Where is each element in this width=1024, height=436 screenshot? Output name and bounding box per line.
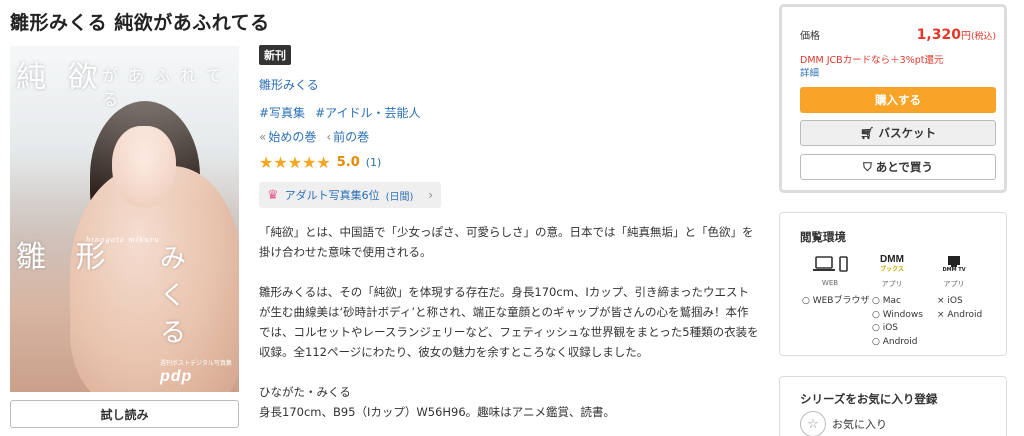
env-web: WEB bbox=[800, 253, 860, 287]
env-tv-item: × iOS bbox=[937, 296, 963, 306]
ranking-label: アダルト写真集6位 bbox=[284, 189, 380, 202]
env-tv-label: アプリ bbox=[943, 280, 965, 288]
double-chevron-left-icon: « bbox=[259, 130, 267, 144]
env-books-label: アプリ bbox=[881, 280, 903, 288]
series-favorite-box: シリーズをお気に入り登録 ☆ お気に入り bbox=[779, 376, 1007, 436]
smartphone-icon bbox=[838, 256, 848, 272]
cover-name-romaji: hinagata mikuru bbox=[86, 236, 160, 244]
series-title: シリーズをお気に入り登録 bbox=[800, 392, 938, 406]
chevron-left-icon: ‹ bbox=[326, 130, 332, 144]
crown-icon: ♛ bbox=[267, 187, 279, 203]
price-row: 価格 1,320円(税込) bbox=[800, 27, 996, 43]
star-rating-icon: ★★★★★ bbox=[259, 153, 331, 172]
ranking-badge[interactable]: ♛ アダルト写真集6位 (日間) › bbox=[259, 182, 441, 208]
dmm-tv-logo-icon: DMM TV bbox=[924, 253, 984, 275]
favorite-label: お気に入り bbox=[832, 418, 887, 431]
cart-icon: 🛒︎ bbox=[859, 126, 875, 140]
sample-read-button[interactable]: 試し読み bbox=[10, 400, 239, 428]
star-outline-icon: ☆ bbox=[800, 411, 826, 436]
first-volume-label: 始めの巻 bbox=[268, 130, 317, 144]
description-paragraph-1: 「純欲」とは、中国語で「少女っぽさ、可愛らしさ」の意。日本では「純真無垢」と「色… bbox=[259, 225, 754, 259]
laptop-icon bbox=[812, 256, 835, 271]
env-books-item: ○ Mac bbox=[872, 296, 901, 306]
env-books-list: ○ Mac ○ Windows ○ iOS ○ Android bbox=[872, 295, 923, 349]
tag-photobook[interactable]: #写真集 bbox=[259, 104, 305, 121]
promo-detail-link[interactable]: 詳細 bbox=[800, 65, 819, 79]
profile-name: ひながた・みくる bbox=[259, 385, 351, 399]
cover-image[interactable]: 純 欲 があふれてる 雛 形 hinagata mikuru み く る 週刊ポ… bbox=[10, 46, 239, 392]
basket-label: バスケット bbox=[878, 126, 937, 140]
dmm-books-logo: DMM bbox=[880, 253, 904, 265]
env-books-item: ○ Windows bbox=[872, 309, 923, 320]
basket-button[interactable]: 🛒︎ バスケット bbox=[800, 120, 996, 146]
env-books-item: ○ iOS bbox=[872, 323, 899, 333]
description-paragraph-2: 雛形みくるは、その「純欲」を体現する存在だ。身長170cm、Iカップ、引き締まっ… bbox=[259, 285, 759, 359]
prev-volume-link[interactable]: ‹ 前の巻 bbox=[326, 128, 369, 145]
env-books-item: ○ Android bbox=[872, 336, 918, 347]
ranking-period: (日間) bbox=[385, 191, 414, 203]
card-promo[interactable]: DMM JCBカードなら＋3%pt還元 bbox=[800, 52, 944, 66]
env-web-item: ○ WEBブラウザ bbox=[802, 296, 870, 306]
cover-title-small: があふれてる bbox=[102, 66, 232, 109]
dmm-books-sub: ブックス bbox=[880, 265, 904, 273]
buy-later-label: あとで買う bbox=[875, 160, 933, 174]
price-amount: 1,320 bbox=[916, 27, 961, 43]
tv-icon bbox=[948, 256, 960, 267]
new-badge: 新刊 bbox=[259, 45, 291, 65]
cover-name-right: み く る bbox=[160, 244, 197, 348]
rating-score: 5.0 bbox=[336, 155, 360, 170]
bookmark-icon: ⛉ bbox=[863, 159, 872, 174]
env-web-icons bbox=[800, 253, 860, 275]
cover-title-big: 純 欲 bbox=[16, 60, 104, 95]
page-title: 雛形みくる 純欲があふれてる bbox=[10, 12, 270, 34]
volume-nav: «始めの巻 ‹ 前の巻 bbox=[259, 128, 369, 145]
price-label: 価格 bbox=[800, 31, 820, 42]
price-tax: (税込) bbox=[970, 32, 996, 42]
profile-body: 身長170cm、B95（Iカップ）W56H96。趣味はアニメ鑑賞、読書。 bbox=[259, 405, 615, 419]
env-title: 閲覧環境 bbox=[800, 230, 846, 244]
reading-environment: 閲覧環境 WEB DMM ブックス アプリ DMM TV アプリ ○ WEBブラ… bbox=[779, 212, 1007, 356]
tag-list: #写真集 #アイドル・芸能人 bbox=[259, 104, 421, 121]
first-volume-link[interactable]: «始めの巻 bbox=[259, 128, 316, 145]
dmm-tv-logo: DMM TV bbox=[942, 267, 966, 273]
tag-idol[interactable]: #アイドル・芸能人 bbox=[315, 104, 420, 121]
env-web-list: ○ WEBブラウザ bbox=[802, 295, 869, 309]
description: 「純欲」とは、中国語で「少女っぽさ、可愛らしさ」の意。日本では「純真無垢」と「色… bbox=[259, 222, 759, 422]
env-tv-item: × Android bbox=[937, 309, 983, 320]
price-value: 1,320円(税込) bbox=[917, 27, 996, 43]
prev-volume-label: 前の巻 bbox=[333, 130, 370, 144]
review-count-link[interactable]: (1) bbox=[366, 156, 382, 169]
env-tv-list: × iOS × Android bbox=[937, 295, 982, 322]
cover-logo-sub: 週刊ポストデジタル写真集 bbox=[160, 361, 232, 367]
dmm-books-logo-icon: DMM ブックス bbox=[862, 253, 922, 275]
cover-logo: pdp bbox=[160, 368, 193, 385]
price-currency: 円 bbox=[960, 31, 971, 42]
chevron-right-icon: › bbox=[428, 188, 433, 202]
env-dmm-tv: DMM TV アプリ bbox=[924, 253, 984, 289]
env-web-label: WEB bbox=[821, 279, 839, 287]
env-dmm-books: DMM ブックス アプリ bbox=[862, 253, 922, 289]
product-info: 新刊 雛形みくる #写真集 #アイドル・芸能人 «始めの巻 ‹ 前の巻 ★★★★★… bbox=[259, 44, 759, 419]
purchase-box: 価格 1,320円(税込) DMM JCBカードなら＋3%pt還元 詳細 購入す… bbox=[779, 4, 1007, 193]
favorite-button[interactable]: ☆ お気に入り bbox=[800, 411, 887, 436]
buy-button[interactable]: 購入する bbox=[800, 87, 996, 113]
rating: ★★★★★ 5.0 (1) bbox=[259, 153, 381, 172]
buy-later-button[interactable]: ⛉ あとで買う bbox=[800, 154, 996, 180]
author-link[interactable]: 雛形みくる bbox=[259, 76, 319, 93]
